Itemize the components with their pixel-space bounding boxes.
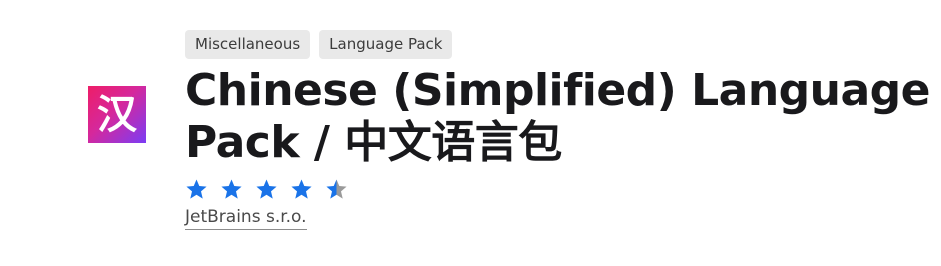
chinese-character-icon: 汉 (97, 91, 137, 138)
star-icon (221, 179, 242, 199)
tag-miscellaneous[interactable]: Miscellaneous (185, 30, 311, 59)
star-icon (256, 179, 277, 199)
tag-language-pack[interactable]: Language Pack (319, 30, 453, 59)
plugin-logo: 汉 (88, 86, 146, 143)
star-rating (185, 178, 348, 201)
vendor-link[interactable]: JetBrains s.r.o. (185, 207, 307, 230)
star-icon (326, 179, 347, 199)
plugin-title: Chinese (Simplified) Language Pack / 中文语… (185, 65, 931, 168)
star-icon (186, 179, 207, 199)
plugin-header: 汉 Miscellaneous Language Pack Chinese (S… (0, 0, 941, 266)
tag-list: Miscellaneous Language Pack (185, 30, 453, 59)
star-icon (291, 179, 312, 199)
